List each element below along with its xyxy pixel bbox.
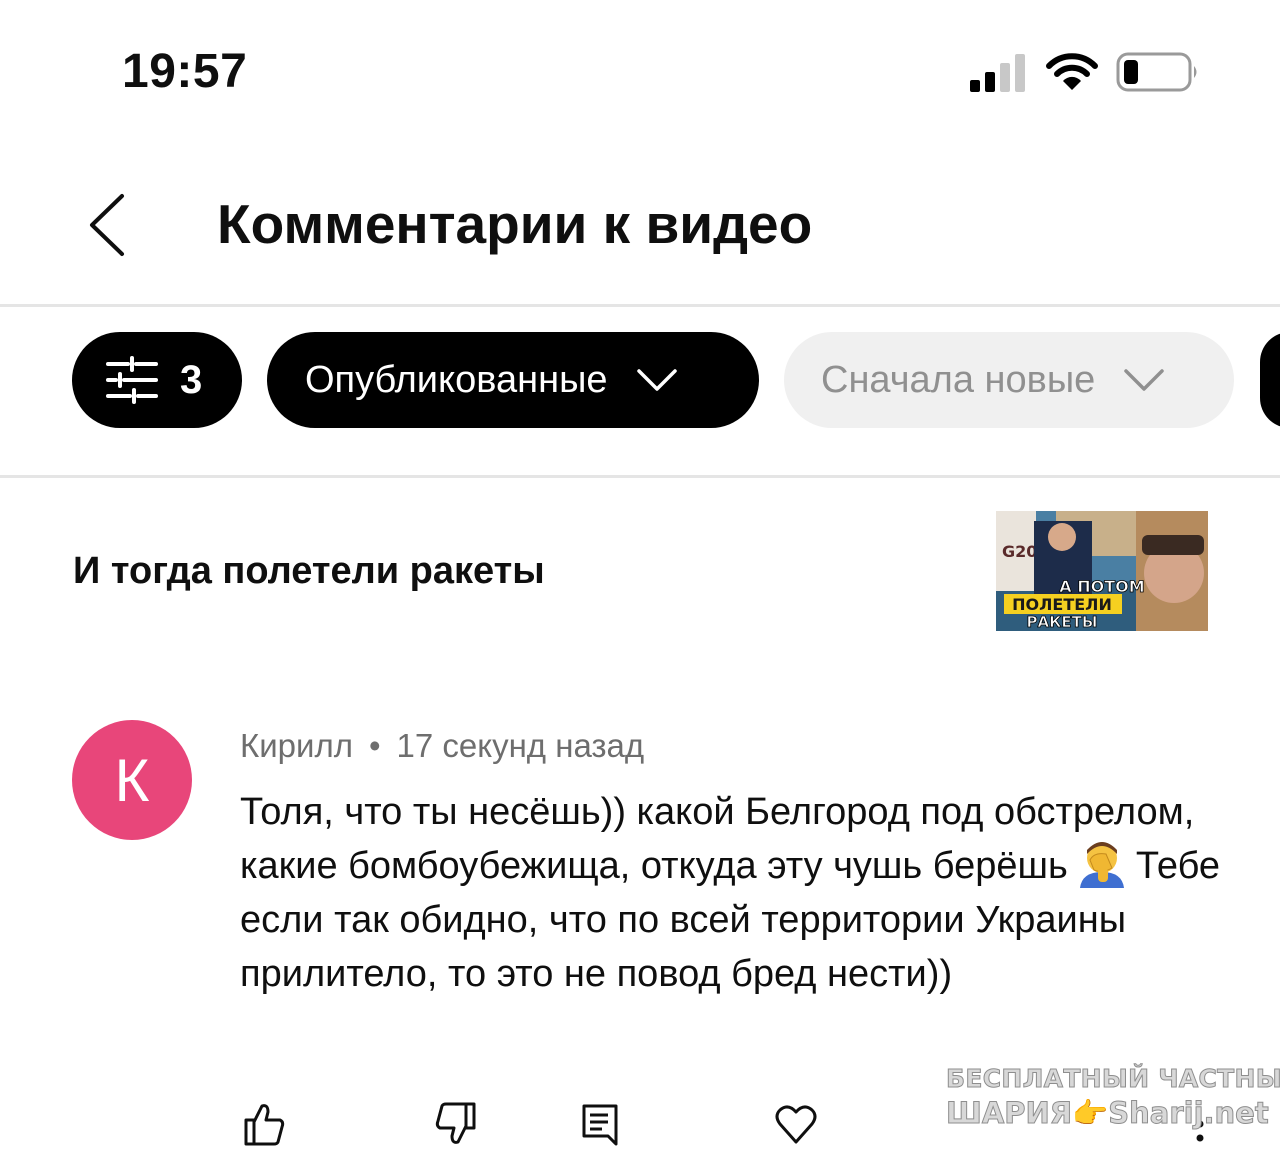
status-dropdown-label: Опубликованные [305, 358, 608, 401]
thumbnail-line1: А ПОТОМ [1059, 577, 1144, 596]
filter-chip[interactable]: 3 [72, 332, 242, 428]
sort-dropdown[interactable]: Сначала новые [784, 332, 1234, 428]
status-time: 19:57 [122, 45, 248, 98]
heart-icon[interactable] [774, 1100, 818, 1148]
page-title: Комментарии к видео [217, 193, 813, 255]
comment-text-part1: Толя, что ты несёшь)) какой Белгород под… [240, 791, 1195, 887]
dislike-icon[interactable] [434, 1100, 478, 1148]
video-thumbnail[interactable]: G20 А ПОТОМ ПОЛЕТЕЛИ РАКЕТЫ [996, 511, 1208, 631]
sliders-icon [106, 356, 158, 404]
wifi-icon [1046, 53, 1098, 90]
sort-dropdown-label: Сначала новые [821, 358, 1096, 401]
comment-time: 17 секунд назад [396, 727, 645, 764]
comment-author[interactable]: Кирилл [240, 727, 353, 764]
reply-icon[interactable] [578, 1100, 622, 1148]
watermark-line1: БЕСПЛАТНЫЙ ЧАСТНЫЙ [946, 1064, 1280, 1094]
chevron-down-icon [1124, 369, 1165, 391]
watermark-line2: ШАРИЯ👉Sharij.net [946, 1096, 1270, 1131]
filter-count: 3 [180, 357, 203, 402]
chevron-down-icon [636, 369, 677, 391]
header-divider [0, 304, 1280, 307]
status-dropdown[interactable]: Опубликованные [267, 332, 759, 428]
video-title[interactable]: И тогда полетели ракеты [73, 550, 545, 593]
signal-icon [970, 54, 1025, 92]
thumbnail-line2: ПОЛЕТЕЛИ [1012, 595, 1112, 614]
comment-text: Толя, что ты несёшь)) какой Белгород под… [240, 785, 1240, 1001]
battery-icon [1116, 52, 1197, 92]
thumbnail-logo: G20 [1002, 542, 1037, 561]
meta-separator: • [368, 727, 381, 764]
next-chip-partial[interactable] [1260, 332, 1280, 428]
facepalm-emoji [1079, 842, 1124, 888]
avatar[interactable]: К [72, 720, 192, 840]
like-icon[interactable] [242, 1100, 286, 1148]
watermark: БЕСПЛАТНЫЙ ЧАСТНЫЙ ШАРИЯ👉Sharij.net [946, 1062, 1280, 1131]
thumbnail-line3: РАКЕТЫ [1027, 613, 1098, 631]
filters-divider [0, 475, 1280, 478]
comment-meta: Кирилл • 17 секунд назад [240, 727, 644, 765]
back-button[interactable] [84, 190, 130, 260]
